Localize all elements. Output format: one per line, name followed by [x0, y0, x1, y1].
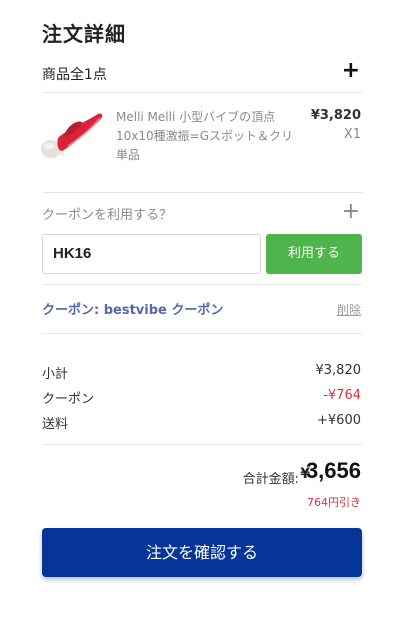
coupon-code-input[interactable]: HK16 — [42, 234, 261, 274]
coupon-discount-label: クーポン — [42, 392, 95, 407]
subtotal-label: 小計 — [42, 367, 69, 382]
divider — [42, 92, 362, 93]
coupon-prompt[interactable]: クーポンを利用する？ — [42, 204, 172, 223]
expand-coupon-icon[interactable]: + — [342, 201, 360, 223]
expand-items-icon[interactable]: + — [342, 58, 360, 84]
confirm-order-button[interactable]: 注文を確認する — [42, 528, 362, 577]
items-count-label: 商品全1点 — [42, 67, 107, 83]
divider — [42, 333, 362, 334]
total-label: 合計金額: — [242, 472, 299, 487]
shipping-label: 送料 — [42, 417, 69, 432]
vibrator-product-image — [41, 113, 103, 158]
divider — [42, 444, 362, 445]
apply-coupon-button[interactable]: 利用する — [266, 234, 362, 274]
order-summary-panel: 注文詳細 商品全1点 + Melli Melli 小型バイブの頂点 10x10種… — [0, 0, 416, 627]
product-name[interactable]: Melli Melli 小型バイブの頂点 10x10種激振=Gスポット＆クリ単品 — [116, 108, 296, 165]
shipping-value: +¥600 — [317, 413, 361, 428]
applied-coupon-label: クーポン: bestvibe クーポン — [42, 303, 224, 318]
coupon-discount-value: -¥764 — [323, 388, 361, 403]
page-title: 注文詳細 — [42, 22, 126, 46]
divider — [42, 192, 362, 193]
remove-coupon-link[interactable]: 削除 — [337, 301, 361, 318]
discount-note: 764円引き — [307, 496, 361, 509]
divider — [42, 284, 362, 285]
product-price: ¥3,820 — [310, 108, 361, 123]
total-amount: 3,656 — [305, 458, 361, 483]
subtotal-value: ¥3,820 — [315, 363, 362, 378]
product-quantity: X1 — [343, 127, 361, 142]
